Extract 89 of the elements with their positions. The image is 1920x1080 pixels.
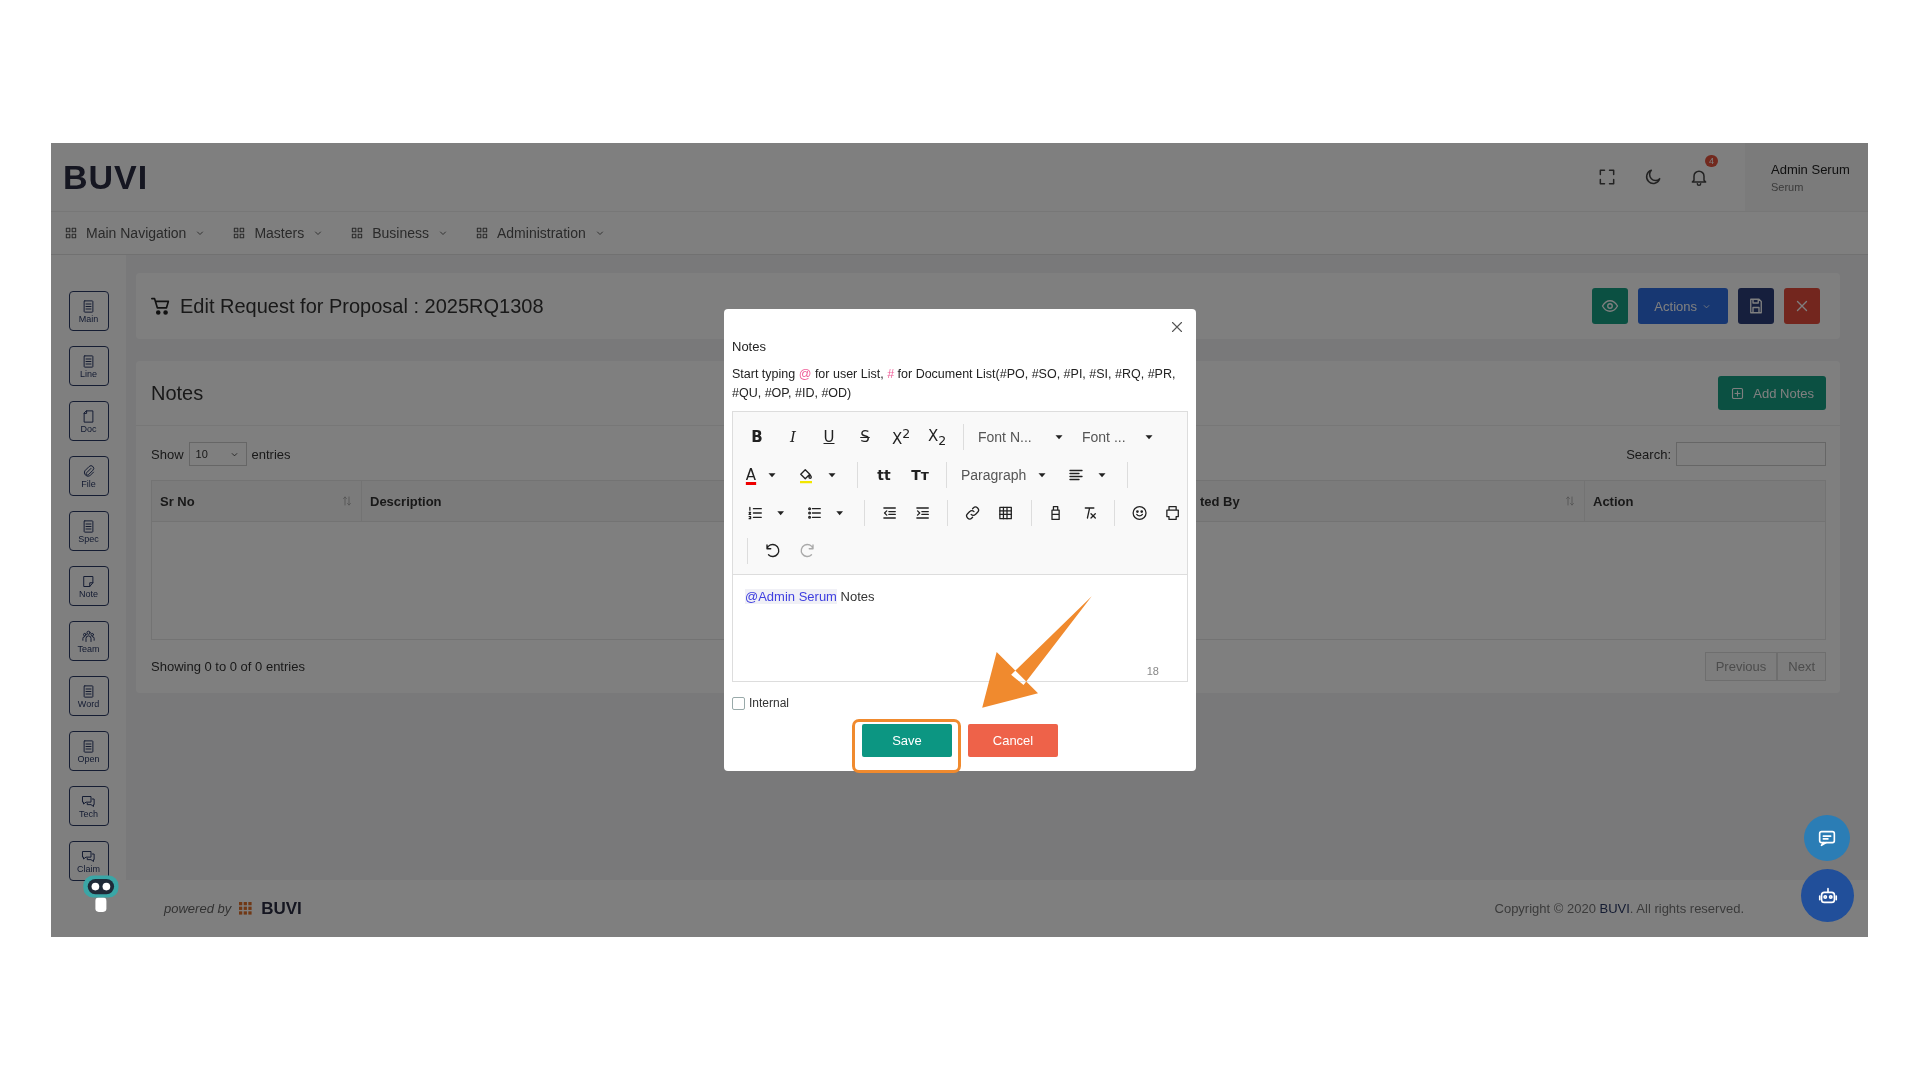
table-icon[interactable]	[997, 504, 1015, 522]
dialog-title: Notes	[732, 339, 767, 354]
sidebar-item[interactable]: Main	[68, 291, 109, 331]
eye-icon	[1601, 297, 1620, 315]
fullscreen-icon[interactable]	[1597, 167, 1617, 187]
grid-icon	[64, 226, 78, 240]
page-title: Edit Request for Proposal : 2025RQ1308	[180, 294, 545, 318]
notification-badge: 4	[1705, 155, 1718, 167]
table-info: Showing 0 to 0 of 0 entries	[151, 659, 305, 674]
sort-icon	[1564, 495, 1576, 507]
font-color-button[interactable]: A	[741, 462, 761, 488]
numbered-list-icon[interactable]	[747, 504, 765, 522]
superscript-button[interactable]: X$^{2}$	[885, 424, 917, 450]
copyright-text: Copyright © 2020 BUVI. All rights reserved.	[1494, 901, 1744, 916]
sidebar-item[interactable]: Word	[68, 676, 109, 716]
chat-icon	[81, 848, 96, 864]
internal-checkbox[interactable]	[732, 696, 745, 710]
print-icon[interactable]	[1163, 504, 1182, 522]
bold-button[interactable]: B	[741, 424, 773, 450]
column-header[interactable]: Action	[1585, 481, 1825, 521]
note-text: Notes	[840, 589, 875, 604]
sidebar-item[interactable]: Open	[68, 731, 109, 771]
user-menu[interactable]: Admin Serum Serum	[1745, 143, 1868, 211]
paperclip-icon	[81, 463, 96, 479]
nav-menu[interactable]: Business	[350, 225, 449, 241]
fill-bucket-icon[interactable]	[797, 466, 815, 484]
document-icon	[81, 518, 96, 534]
editor-content[interactable]: @Admin Serum Notes 18	[733, 575, 1187, 681]
cancel-button[interactable]: Cancel	[968, 724, 1058, 757]
document-icon	[81, 298, 96, 314]
show-label: Show	[151, 446, 184, 462]
sidebar-item[interactable]: Tech	[68, 786, 109, 826]
column-header[interactable]: Sr No	[152, 481, 362, 521]
nav-menu[interactable]: Main Navigation	[64, 225, 207, 241]
search-label: Search:	[1626, 446, 1671, 462]
indent-icon[interactable]	[914, 504, 932, 522]
grid-icon	[475, 226, 489, 240]
hint-text: Start typing @ for user List, # for Document List(#PO, #SO, #PI, #SI, #RQ, #PR, #QU, #OP, #ID, #OD)	[732, 366, 1177, 402]
nav-menu[interactable]: Administration	[475, 225, 606, 241]
italic-button[interactable]: I	[777, 424, 809, 450]
entries-label: entries	[251, 446, 291, 462]
sort-icon	[341, 495, 353, 507]
lowercase-button[interactable]: tt	[868, 462, 900, 488]
sidebar-item[interactable]: Doc	[68, 401, 109, 441]
grid-icon	[232, 226, 247, 240]
search-field[interactable]	[1676, 442, 1826, 466]
nav-menu[interactable]: Masters	[232, 225, 325, 241]
brand-name: BUVI	[261, 898, 302, 919]
page-size-select[interactable]: 10	[188, 442, 247, 466]
bullet-list-icon[interactable]	[805, 504, 823, 522]
document-icon	[81, 353, 96, 369]
link-icon[interactable]	[964, 504, 982, 522]
save-button[interactable]: Save	[862, 724, 952, 757]
sidebar-item[interactable]: Spec	[68, 511, 109, 551]
document-icon	[81, 738, 96, 754]
uppercase-button[interactable]: Tт	[904, 462, 936, 488]
subscript-button[interactable]: X$_{2}$	[921, 424, 953, 450]
plus-square-icon	[1730, 385, 1746, 401]
page-icon	[81, 408, 96, 424]
section-title: Notes	[151, 381, 204, 405]
chat-icon	[81, 793, 96, 809]
chat-button[interactable]	[1804, 815, 1850, 861]
sidebar-item[interactable]: File	[68, 456, 109, 496]
logo[interactable]: BUVI	[63, 157, 149, 197]
moon-icon[interactable]	[1643, 167, 1663, 187]
powered-by-text: powered by	[164, 901, 232, 916]
team-icon	[81, 628, 96, 644]
note-icon	[81, 573, 96, 589]
font-name-dropdown[interactable]: Font N...	[974, 429, 1048, 445]
sidebar-item[interactable]: Team	[68, 621, 109, 661]
internal-label: Internal	[749, 696, 790, 710]
document-icon	[81, 683, 96, 699]
font-size-dropdown[interactable]: Font ...	[1078, 429, 1138, 445]
cart-icon	[150, 295, 172, 317]
paragraph-dropdown[interactable]: Paragraph	[957, 467, 1031, 483]
add-notes-button[interactable]: Add Notes	[1718, 376, 1826, 410]
undo-icon[interactable]	[764, 542, 782, 560]
sidebar-item[interactable]: Line	[68, 346, 109, 386]
underline-button[interactable]: U	[813, 424, 845, 450]
outdent-icon[interactable]	[880, 504, 899, 522]
strikethrough-button[interactable]: S	[849, 424, 881, 450]
sidebar-item[interactable]: Note	[68, 566, 109, 606]
character-count: 18	[1146, 665, 1159, 677]
actions-dropdown[interactable]: Actions	[1638, 288, 1728, 324]
user-mention[interactable]: @Admin Serum	[745, 589, 837, 604]
grid-icon	[350, 226, 365, 240]
logo-icon	[239, 901, 254, 916]
save-icon-button[interactable]	[1738, 288, 1774, 324]
emoji-icon[interactable]	[1130, 504, 1148, 522]
